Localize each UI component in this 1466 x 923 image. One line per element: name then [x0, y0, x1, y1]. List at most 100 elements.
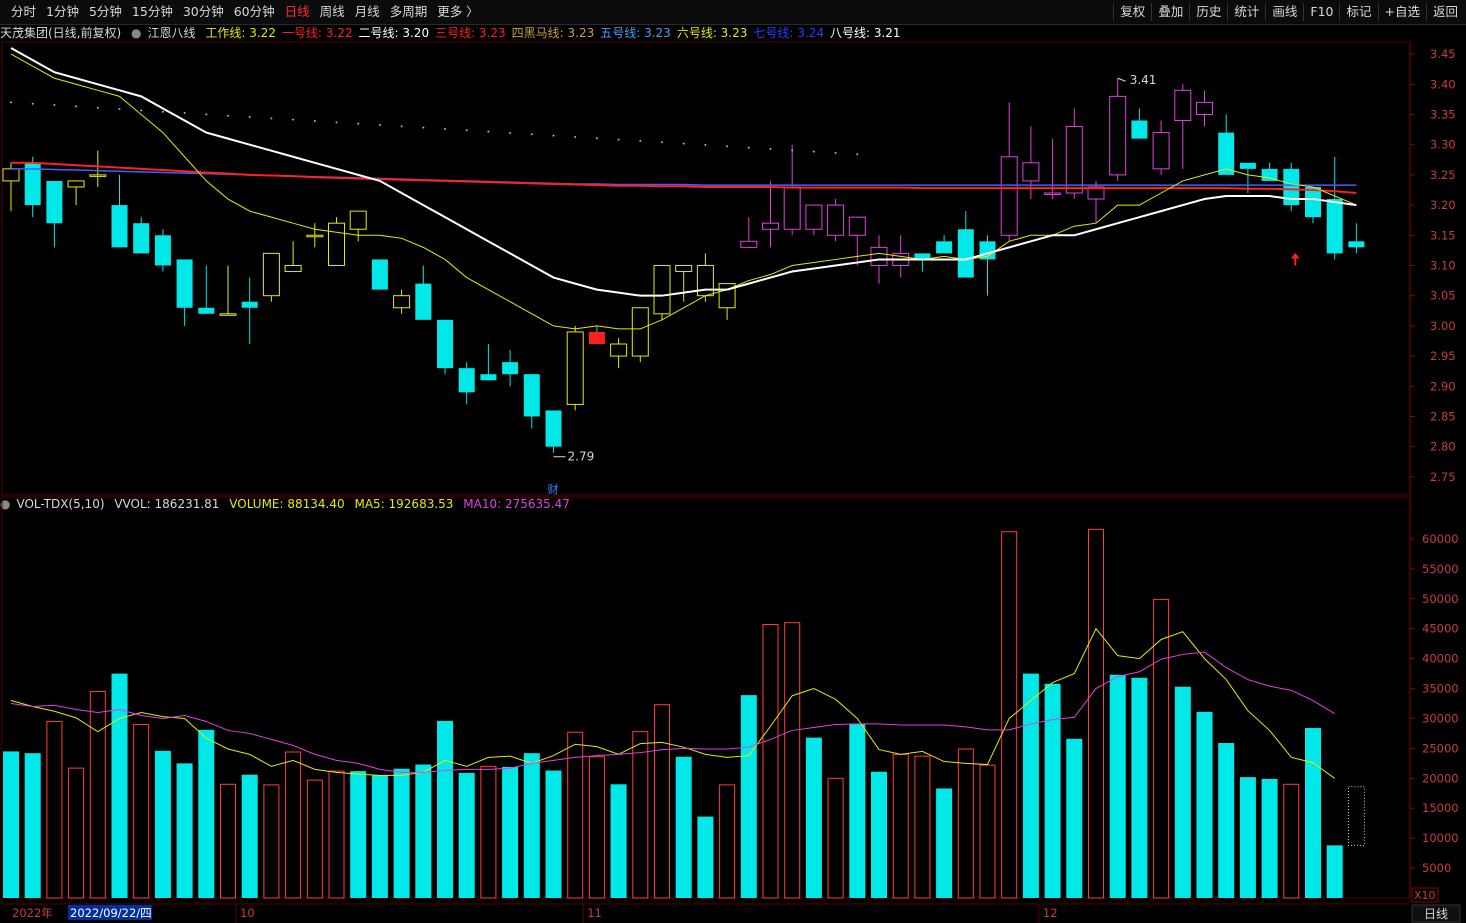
candle-body [133, 223, 150, 254]
volume-bar [1305, 728, 1321, 898]
year-label: 2022年 [12, 906, 53, 920]
price-tick-label: 2.95 [1430, 349, 1456, 363]
tool-button-1[interactable]: 叠加 [1151, 3, 1189, 21]
volume-bar [588, 756, 605, 899]
channel-dot [444, 127, 446, 130]
volume-bar [1001, 531, 1018, 899]
candle-body [241, 301, 258, 308]
volume-bar [697, 816, 714, 898]
volume-settings-icon[interactable]: ● [0, 497, 10, 511]
period-tab-7[interactable]: 周线 [315, 3, 350, 21]
period-tab-4[interactable]: 30分钟 [178, 3, 229, 21]
candle-body [631, 307, 649, 357]
price-tick-label: 3.20 [1430, 198, 1456, 212]
period-tab-9[interactable]: 多周期 [385, 3, 433, 21]
candle-body [1326, 199, 1343, 254]
indicator-settings-icon[interactable]: ● [131, 26, 141, 40]
tool-button-6[interactable]: 标记 [1339, 3, 1377, 21]
volume-bar [1131, 677, 1148, 898]
volume-bar [1088, 528, 1104, 899]
tool-button-0[interactable]: 复权 [1113, 3, 1151, 21]
candle-body [89, 174, 107, 177]
channel-dot [812, 150, 815, 153]
volume-info-bar: ● VOL-TDX(5,10) VVOL: 186231.81 VOLUME: 8… [0, 497, 1410, 515]
period-tab-10[interactable]: 更多 〉 [432, 3, 483, 21]
ma-white-line [10, 47, 1357, 297]
candle-body [393, 295, 411, 309]
period-tab-5[interactable]: 60分钟 [229, 3, 280, 21]
volume-tick-label: 5000 [1422, 861, 1451, 875]
candle-body [848, 216, 866, 236]
channel-dot [10, 101, 12, 104]
channel-dot [96, 106, 99, 109]
period-tab-2[interactable]: 5分钟 [84, 3, 127, 21]
volume-bar [176, 763, 193, 898]
line-label-6: 六号线: 3.23 [676, 26, 748, 40]
candle-body [1239, 162, 1256, 169]
volume-bar [46, 720, 63, 899]
period-tab-0[interactable]: 分时 [6, 3, 41, 21]
candle-body [2, 168, 20, 182]
indicator-name[interactable]: 江恩八线 [148, 26, 196, 40]
tool-button-7[interactable]: +自选 [1377, 3, 1426, 21]
top-toolbar: 分时 1分钟 5分钟 15分钟 30分钟 60分钟 日线 周线 月线 多周期 更多 〉 复权 叠加 历史… [0, 0, 1466, 25]
volume-bar [1044, 683, 1061, 898]
ma5-label: MA5: 192683.53 [354, 497, 454, 511]
event-marker: 财 [548, 482, 559, 496]
channel-dot [791, 149, 794, 152]
volume-bar [24, 753, 41, 898]
month-label: 12 [1043, 906, 1058, 920]
volume-estimate-bar [1347, 786, 1365, 846]
candle-body [588, 331, 605, 344]
volume-bar [458, 772, 475, 898]
volume-bar [567, 731, 584, 899]
period-tab-6[interactable]: 日线 [280, 3, 315, 21]
channel-dot [422, 126, 425, 129]
volume-ma10-line [10, 651, 1335, 773]
channel-dot [595, 137, 598, 140]
tool-button-2[interactable]: 历史 [1189, 3, 1227, 21]
channel-dot [378, 123, 381, 126]
period-tab-1[interactable]: 1分钟 [41, 3, 84, 21]
month-label: 11 [587, 906, 602, 920]
vvol-label: VVOL: 186231.81 [114, 497, 220, 511]
channel-dot [183, 112, 186, 115]
candle-body [502, 362, 519, 375]
candle-body [827, 204, 845, 236]
price-tick-label: 3.00 [1430, 319, 1456, 333]
candle-body [1174, 89, 1192, 122]
tool-button-4[interactable]: 画线 [1265, 3, 1303, 21]
unit-box [1411, 887, 1439, 903]
candle-body [566, 331, 584, 405]
candle-body [653, 264, 671, 315]
volume-tick-label: 50000 [1422, 592, 1459, 606]
channel-dot [704, 143, 707, 146]
stock-title: 天茂集团(日线,前复权) [0, 26, 122, 40]
tool-button-3[interactable]: 统计 [1227, 3, 1265, 21]
low-marker-label: 2.79 [568, 450, 595, 464]
channel-dot [140, 109, 143, 112]
volume-tick-label: 55000 [1422, 562, 1459, 576]
volume-label: VOLUME: 88134.40 [229, 497, 345, 511]
candle-body [1152, 132, 1170, 170]
volume-bar [3, 751, 19, 898]
volume-title[interactable]: VOL-TDX(5,10) [16, 497, 104, 511]
period-tab-3[interactable]: 15分钟 [127, 3, 178, 21]
candle-body [1131, 120, 1148, 139]
ma-red-line [11, 161, 1357, 194]
line-label-0: 工作线: 3.22 [205, 26, 276, 40]
volume-panel-frame [1, 496, 1411, 899]
period-tab-8[interactable]: 月线 [350, 3, 385, 21]
volume-bar [306, 779, 323, 899]
candle-body [1196, 101, 1213, 115]
candle-body [1218, 132, 1235, 175]
channel-dot [661, 141, 663, 144]
tool-button-5[interactable]: F10 [1303, 3, 1339, 21]
period-badge-label: 日线 [1424, 907, 1448, 921]
main-info-bar: 天茂集团(日线,前复权) ● 江恩八线 工作线: 3.22 一号线: 3.22 二号线… [0, 24, 1410, 42]
tool-button-8[interactable]: 返回 [1425, 3, 1464, 21]
volume-tick-label: 60000 [1422, 532, 1459, 546]
channel-dot [574, 135, 577, 138]
candle-body [371, 259, 388, 290]
price-tick-label: 3.40 [1430, 77, 1456, 91]
